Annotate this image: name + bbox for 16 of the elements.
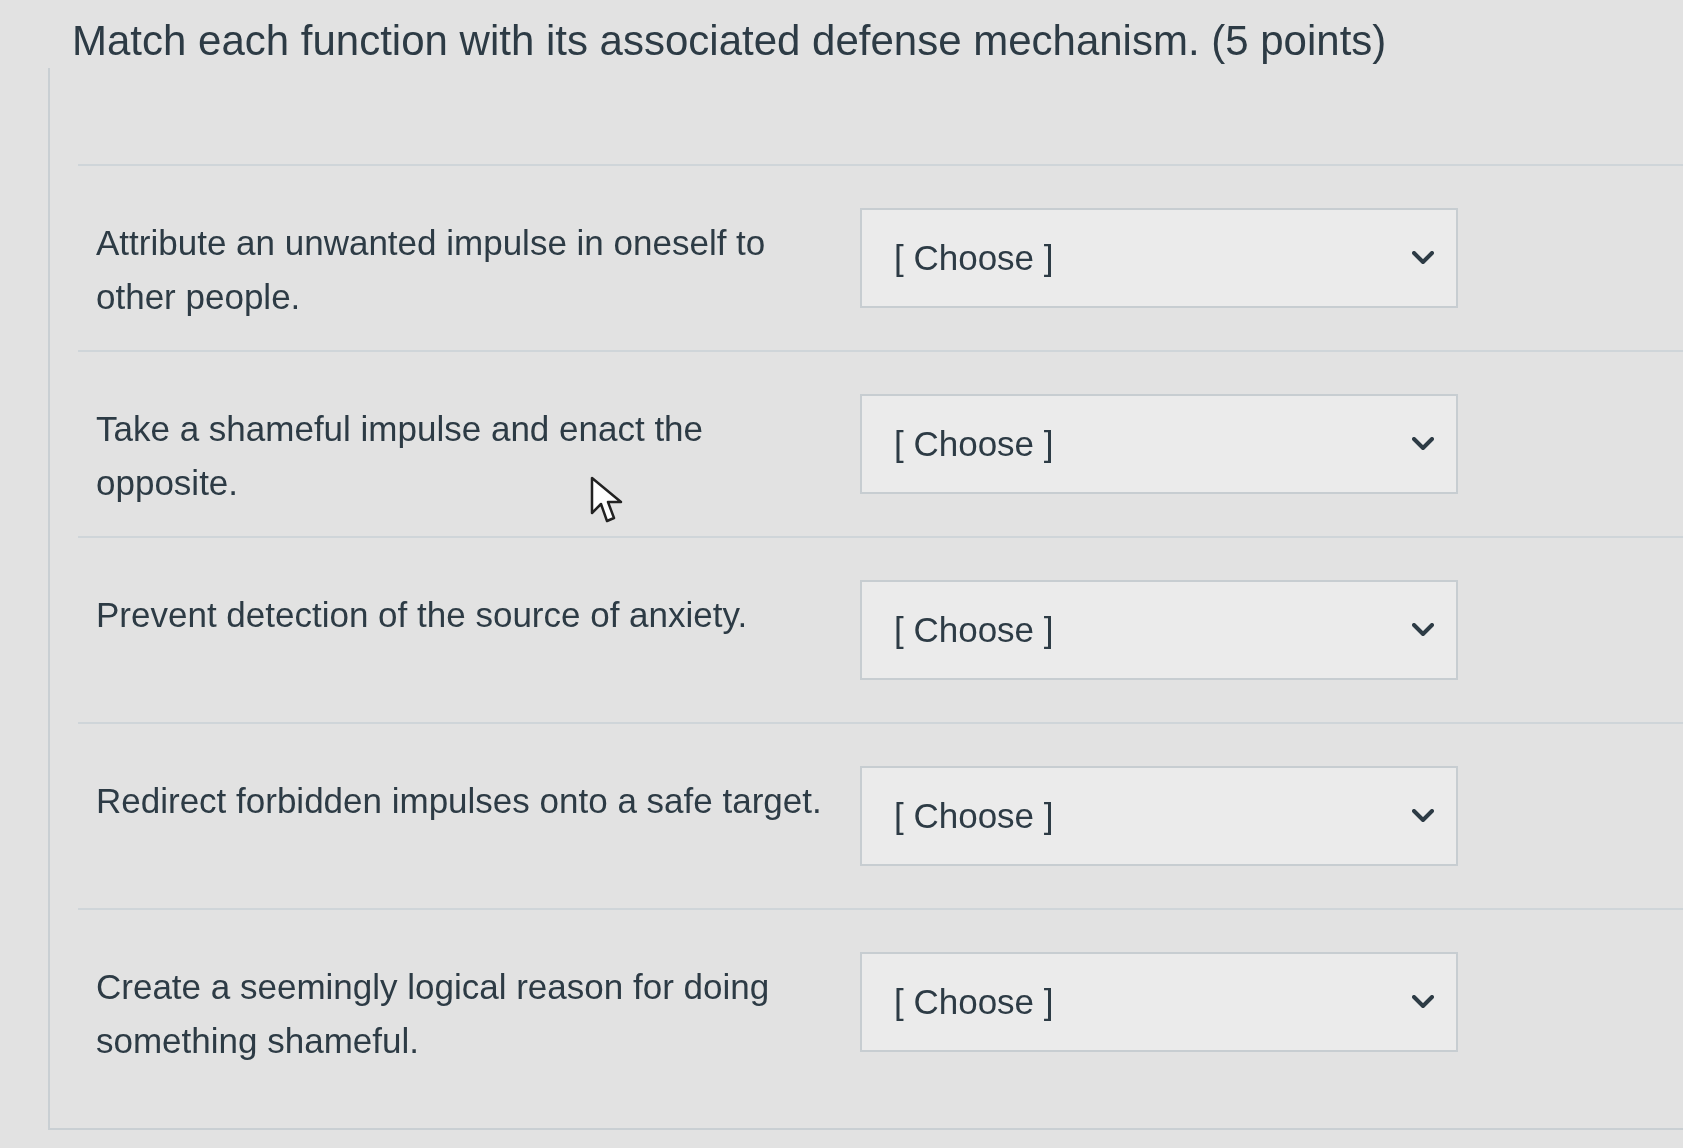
chevron-down-icon <box>1412 437 1434 451</box>
chevron-down-icon <box>1412 251 1434 265</box>
chevron-down-icon <box>1412 623 1434 637</box>
answer-dropdown[interactable]: [ Choose ] <box>860 766 1458 866</box>
prompt-text: Redirect forbidden impulses onto a safe target. <box>96 780 823 822</box>
prompt-text: Take a shameful impulse and enact the opposite. <box>96 408 705 504</box>
chevron-down-icon <box>1412 809 1434 823</box>
question-title: Match each function with its associated defense mechanism. (5 points) <box>72 16 1388 66</box>
answer-dropdown[interactable]: [ Choose ] <box>860 208 1458 308</box>
answer-dropdown[interactable]: [ Choose ] <box>860 394 1458 494</box>
prompt-text: Prevent detection of the source of anxiety. <box>96 594 749 636</box>
answer-dropdown[interactable]: [ Choose ] <box>860 952 1458 1052</box>
chevron-down-icon <box>1412 995 1434 1009</box>
answer-dropdown[interactable]: [ Choose ] <box>860 580 1458 680</box>
prompt-text: Attribute an unwanted impulse in oneself to other people. <box>96 222 767 318</box>
prompt-text: Create a seemingly logical reason for doing something shameful. <box>96 966 771 1062</box>
